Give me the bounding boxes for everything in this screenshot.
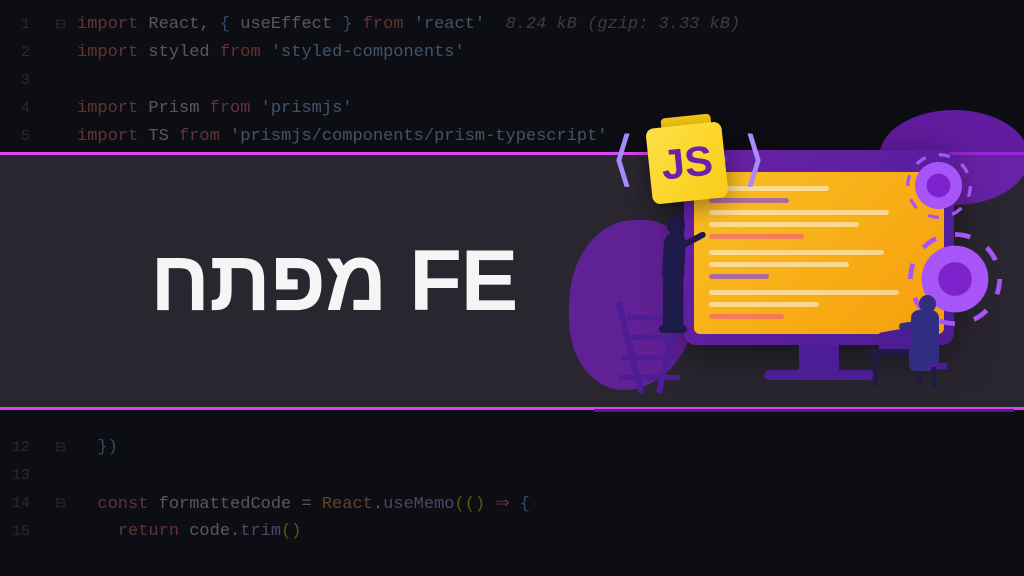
angle-bracket-right-icon: ⟩ — [743, 124, 766, 198]
developer-illustration: ⟨ JS ⟩ — [584, 120, 1004, 450]
code-line: 2import styled from 'styled-components' — [0, 38, 1024, 66]
code-line: 4import Prism from 'prismjs' — [0, 94, 1024, 122]
banner-title: מפתח FE — [150, 232, 517, 331]
code-line: 3 — [0, 66, 1024, 94]
standing-person-graphic — [649, 215, 699, 365]
sitting-person-graphic — [889, 295, 989, 395]
gear-icon — [911, 158, 966, 213]
code-line: 1⊟import React, { useEffect } from 'reac… — [0, 10, 1024, 38]
code-line: 13 — [0, 461, 1024, 489]
code-line: 14⊟ const formattedCode = React.useMemo(… — [0, 489, 1024, 517]
code-line: 15 return code.trim() — [0, 517, 1024, 545]
angle-bracket-left-icon: ⟨ — [611, 124, 634, 198]
js-badge: ⟨ JS ⟩ — [629, 112, 744, 212]
